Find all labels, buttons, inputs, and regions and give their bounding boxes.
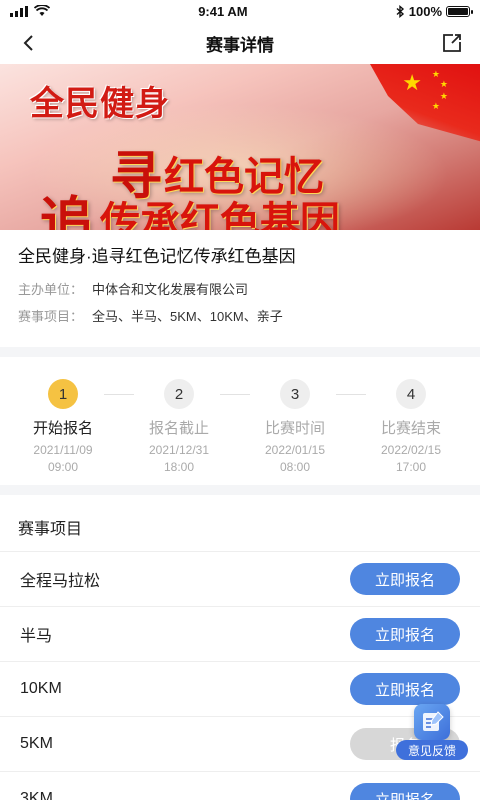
race-item-name: 全程马拉松: [20, 573, 101, 590]
list-item: 半马 立即报名: [0, 607, 480, 662]
section-divider: [0, 347, 480, 357]
organizer-row: 主办单位： 中体合和文化发展有限公司: [18, 279, 462, 298]
step-date-time: 17:00: [395, 460, 427, 474]
status-left: [10, 5, 50, 17]
list-item: 3KM 立即报名: [0, 772, 480, 800]
flag-star-icon: ★: [431, 101, 440, 111]
step-label: 比赛时间: [264, 420, 325, 437]
nav-bar: 赛事详情: [0, 22, 480, 64]
feedback-button[interactable]: 意见反馈: [396, 704, 468, 760]
race-item-name: 3KM: [20, 790, 53, 800]
signup-button[interactable]: 立即报名: [350, 563, 460, 595]
status-bar: 9:41 AM 100%: [0, 0, 480, 22]
status-right: 100%: [396, 3, 473, 19]
battery-percent: 100%: [408, 3, 442, 19]
step-date-day: 2022/01/15: [264, 443, 326, 457]
wifi-icon: [34, 5, 50, 16]
flag-star-icon: ★: [402, 70, 422, 95]
registration-timeline: 1 开始报名 2021/11/09 09:00 2 报名截止 2021/12/31…: [0, 357, 480, 485]
step-label: 比赛结束: [380, 420, 441, 437]
step-date-time: 09:00: [47, 460, 79, 474]
flag-star-icon: ★: [431, 69, 440, 79]
step-date: 2022/02/15 17:00: [356, 442, 466, 476]
event-title: 全民健身·追寻红色记忆传承红色基因: [18, 247, 296, 266]
step-number: 1: [48, 379, 78, 409]
battery-level: [448, 7, 468, 15]
feedback-icon: [414, 704, 450, 740]
banner-line-3: 追传承红色基因: [40, 172, 340, 230]
section-title: 赛事项目: [0, 495, 480, 552]
step-number: 2: [164, 379, 194, 409]
items-label: 赛事项目：: [18, 309, 84, 324]
step-number: 4: [396, 379, 426, 409]
bluetooth-icon: [396, 4, 404, 18]
organizer-label: 主办单位：: [18, 282, 84, 297]
share-button[interactable]: [438, 29, 466, 57]
feedback-label: 意见反馈: [396, 740, 468, 760]
step-date-day: 2021/12/31: [148, 443, 210, 457]
timeline-step: 2 报名截止 2021/12/31 18:00: [124, 379, 234, 476]
edit-icon: [423, 711, 444, 731]
race-item-name: 半马: [20, 628, 53, 645]
step-date-day: 2021/11/09: [33, 443, 93, 457]
page-title: 赛事详情: [206, 35, 274, 55]
signup-button[interactable]: 立即报名: [350, 783, 460, 800]
flag-star-icon: ★: [439, 91, 448, 101]
event-banner: ★ ★ ★ ★ ★ 全民健身 寻红色记忆 追传承红色基因: [0, 64, 480, 230]
signal-icon: [10, 5, 28, 17]
banner-headline: 全民健身: [30, 84, 170, 124]
race-item-name: 5KM: [20, 735, 53, 752]
share-icon: [443, 34, 461, 52]
step-date: 2021/12/31 18:00: [124, 442, 234, 476]
organizer-value: 中体合和文化发展有限公司: [92, 282, 249, 297]
step-date: 2021/11/09 09:00: [8, 442, 118, 476]
timeline-step: 3 比赛时间 2022/01/15 08:00: [240, 379, 350, 476]
step-date-day: 2022/02/15: [380, 443, 442, 457]
back-button[interactable]: [14, 29, 42, 57]
items-value: 全马、半马、5KM、10KM、亲子: [92, 309, 283, 324]
status-time: 9:41 AM: [198, 3, 248, 19]
timeline-step: 1 开始报名 2021/11/09 09:00: [8, 379, 118, 476]
flag-star-icon: ★: [439, 79, 448, 89]
banner-big-char: 追: [40, 190, 94, 230]
list-item: 全程马拉松 立即报名: [0, 552, 480, 607]
items-row: 赛事项目： 全马、半马、5KM、10KM、亲子: [18, 306, 462, 325]
step-date-time: 08:00: [279, 460, 311, 474]
step-date: 2022/01/15 08:00: [240, 442, 350, 476]
step-number: 3: [280, 379, 310, 409]
race-item-name: 10KM: [20, 680, 62, 697]
step-label: 开始报名: [32, 420, 93, 437]
signup-button[interactable]: 立即报名: [350, 673, 460, 705]
back-arrow-icon: [23, 35, 33, 51]
event-info: 全民健身·追寻红色记忆传承红色基因 主办单位： 中体合和文化发展有限公司 赛事项…: [0, 230, 480, 347]
battery-icon: [446, 5, 473, 17]
timeline-step: 4 比赛结束 2022/02/15 17:00: [356, 379, 466, 476]
signup-button[interactable]: 立即报名: [350, 618, 460, 650]
step-label: 报名截止: [148, 420, 209, 437]
step-date-time: 18:00: [163, 460, 195, 474]
section-divider: [0, 485, 480, 495]
banner-line-3-text: 传承红色基因: [100, 198, 340, 230]
